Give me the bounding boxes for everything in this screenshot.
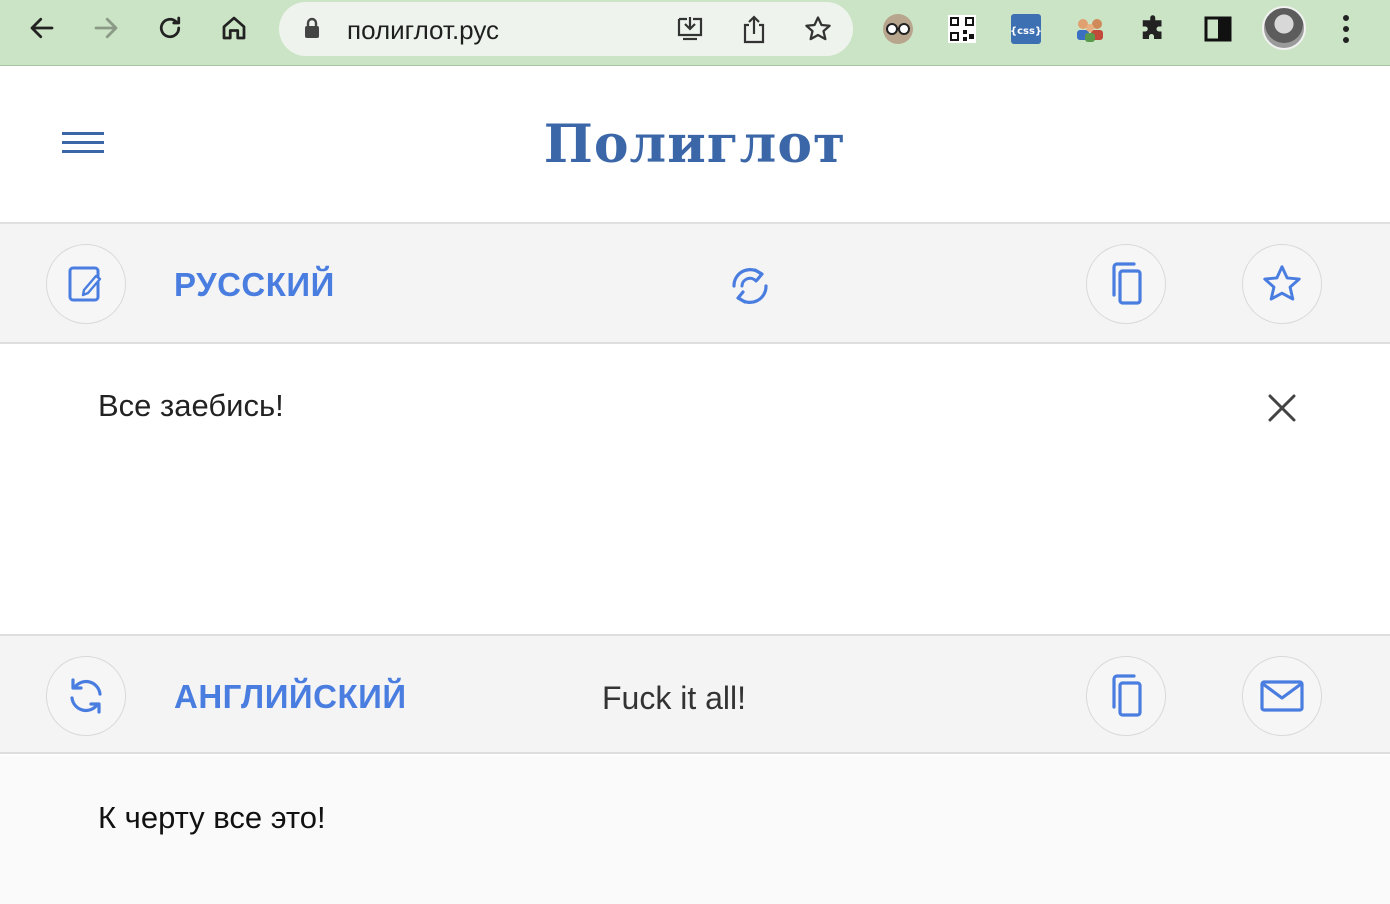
puzzle-icon bbox=[1142, 15, 1162, 39]
clear-button[interactable] bbox=[1262, 388, 1302, 428]
close-icon bbox=[1268, 394, 1296, 422]
back-translation-text: К черту все это! bbox=[98, 800, 326, 835]
mail-icon bbox=[1260, 680, 1304, 712]
swap-languages-icon bbox=[732, 268, 768, 304]
site-header: Полиглот bbox=[0, 66, 1390, 224]
sidebar-button[interactable] bbox=[1200, 11, 1236, 47]
copy-source-button[interactable] bbox=[1086, 244, 1166, 324]
site-logo[interactable]: Полиглот bbox=[0, 114, 1390, 175]
copy-icon bbox=[1112, 262, 1142, 305]
source-text[interactable]: Все заебись! bbox=[98, 388, 284, 424]
arrow-right-icon bbox=[94, 17, 118, 39]
browser-toolbar: полиглот.рус {css} bbox=[0, 0, 1390, 66]
share-button[interactable] bbox=[737, 12, 771, 46]
refresh-button[interactable] bbox=[46, 656, 126, 736]
kebab-menu-icon bbox=[1343, 15, 1349, 43]
translation-text: Fuck it all! bbox=[602, 680, 747, 716]
reload-button[interactable] bbox=[150, 8, 190, 48]
lock-icon bbox=[305, 17, 319, 38]
home-icon bbox=[222, 16, 246, 40]
reload-icon bbox=[159, 16, 181, 39]
target-text-area: К черту все это! bbox=[0, 756, 1390, 904]
svg-text:{css}: {css} bbox=[1010, 26, 1042, 37]
copy-translation-button[interactable] bbox=[1086, 656, 1166, 736]
glasses-extension-button[interactable] bbox=[880, 11, 916, 47]
swap-languages-button[interactable] bbox=[720, 258, 780, 314]
forward-button[interactable] bbox=[86, 8, 126, 48]
refresh-icon bbox=[70, 678, 102, 714]
profile-avatar[interactable] bbox=[1262, 6, 1306, 50]
home-button[interactable] bbox=[214, 8, 254, 48]
browser-menu-button[interactable] bbox=[1328, 11, 1364, 47]
people-extension-button[interactable] bbox=[1072, 11, 1108, 47]
mail-button[interactable] bbox=[1242, 656, 1322, 736]
arrow-left-icon bbox=[30, 17, 54, 39]
css-extension-button[interactable]: {css} bbox=[1008, 11, 1044, 47]
source-language-label[interactable]: РУССКИЙ bbox=[174, 266, 335, 304]
url-text: полиглот.рус bbox=[347, 15, 500, 45]
star-outline-icon bbox=[1263, 265, 1301, 301]
css-extension-icon: {css} bbox=[1010, 14, 1042, 44]
qr-code-extension-button[interactable] bbox=[944, 11, 980, 47]
edit-button[interactable] bbox=[46, 244, 126, 324]
target-language-bar: АНГЛИЙСКИЙ Fuck it all! bbox=[0, 634, 1390, 754]
source-language-bar: РУССКИЙ bbox=[0, 224, 1390, 344]
glasses-extension-icon bbox=[883, 14, 913, 44]
favorite-button[interactable] bbox=[1242, 244, 1322, 324]
extensions-button[interactable] bbox=[1136, 11, 1172, 47]
people-extension-icon bbox=[1077, 19, 1103, 42]
target-language-label[interactable]: АНГЛИЙСКИЙ bbox=[174, 678, 407, 716]
sidebar-icon bbox=[1204, 16, 1232, 42]
install-app-icon bbox=[677, 17, 703, 41]
star-outline-icon bbox=[805, 16, 831, 41]
back-button[interactable] bbox=[22, 8, 62, 48]
bookmark-button[interactable] bbox=[801, 12, 835, 46]
share-icon bbox=[743, 15, 765, 44]
source-text-area[interactable]: Все заебись! bbox=[0, 346, 1390, 634]
qr-code-extension-icon bbox=[948, 15, 976, 43]
address-bar[interactable]: полиглот.рус bbox=[279, 2, 853, 56]
edit-note-icon bbox=[68, 266, 102, 302]
install-app-button[interactable] bbox=[673, 12, 707, 46]
copy-icon bbox=[1112, 674, 1142, 717]
